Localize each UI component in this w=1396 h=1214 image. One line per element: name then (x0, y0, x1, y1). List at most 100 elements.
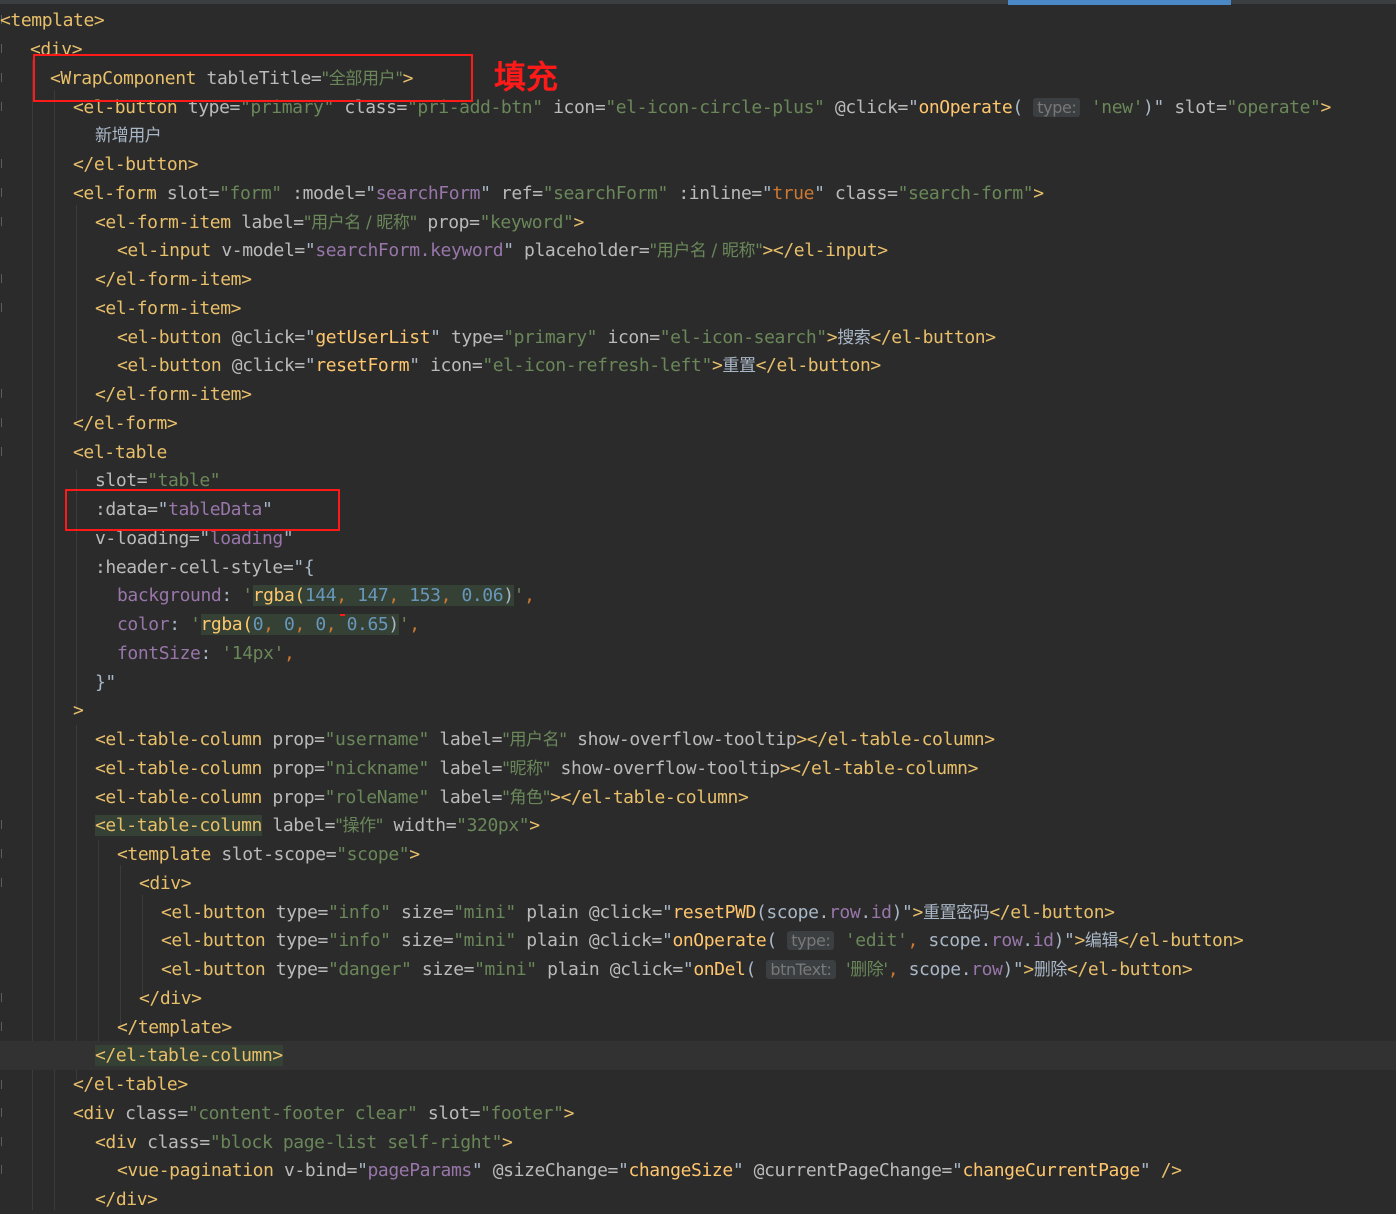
code-line[interactable]: background: 'rgba(144, 147, 153, 0.06)', (117, 581, 535, 610)
fold-marker-icon[interactable] (1, 274, 7, 283)
fold-marker-icon[interactable] (1, 44, 7, 53)
code-token: ) (503, 585, 514, 606)
code-line[interactable]: <el-button type="danger" size="mini" pla… (161, 955, 1193, 984)
code-line[interactable]: <template slot-scope="scope"> (117, 840, 420, 869)
fold-marker-icon[interactable] (1, 447, 7, 456)
code-token: "用户名" (502, 730, 567, 750)
code-token: v-bind= (273, 1160, 358, 1181)
code-token: id (870, 902, 892, 923)
code-token: changeCurrentPage (962, 1160, 1140, 1181)
code-token: label= (262, 815, 336, 836)
fold-marker-icon[interactable] (1, 217, 7, 226)
code-line[interactable]: </div> (95, 1185, 158, 1214)
code-token: @click= (221, 327, 305, 348)
code-token: prop= (262, 729, 325, 750)
code-token: scope. (928, 930, 991, 951)
code-token: class= (114, 1103, 188, 1124)
code-token: '14px' (221, 643, 284, 664)
code-line[interactable]: <el-table (73, 438, 167, 467)
code-line[interactable]: </el-form-item> (95, 265, 252, 294)
fold-marker-icon[interactable] (1, 73, 7, 82)
code-line[interactable]: <div class="content-footer clear" slot="… (73, 1099, 574, 1128)
code-line[interactable]: <el-table-column prop="username" label="… (95, 725, 995, 754)
code-line[interactable]: <el-table-column label="操作" width="320px… (95, 811, 540, 840)
code-token: <el-button (161, 930, 266, 951)
code-token: show-overflow-tooltip (550, 758, 781, 779)
code-token: " (662, 930, 673, 951)
code-line[interactable]: :header-cell-style="{ (95, 553, 315, 582)
code-token: :inline= (667, 183, 762, 204)
code-token: 0.65 (346, 614, 389, 635)
code-line[interactable]: </template> (117, 1013, 232, 1042)
fold-marker-icon[interactable] (1, 1108, 7, 1117)
code-line[interactable]: <el-button type="info" size="mini" plain… (161, 926, 1244, 955)
code-line[interactable]: color: 'rgba(0, 0, 0, 0.65)', (117, 610, 420, 639)
fold-marker-icon[interactable] (1, 1137, 7, 1146)
code-line[interactable]: </el-button> (73, 150, 199, 179)
code-line[interactable]: </el-form> (73, 409, 178, 438)
code-token: " (480, 183, 491, 204)
code-line[interactable]: 新增用户 (95, 121, 162, 150)
code-token: <el-table-column (95, 758, 262, 779)
code-line[interactable]: </el-form-item> (95, 380, 252, 409)
code-line[interactable]: <el-button @click="resetForm" icon="el-i… (117, 351, 881, 380)
annotation-box-table-data (65, 489, 340, 531)
fold-marker-icon[interactable] (1, 389, 7, 398)
code-token: rgba( (252, 585, 306, 606)
parameter-hint: type: (1033, 98, 1081, 117)
code-token: "block page-list self-right" (209, 1132, 503, 1153)
code-token: plain @click= (515, 930, 662, 951)
code-line[interactable]: > (73, 696, 84, 725)
fold-marker-icon[interactable] (1, 188, 7, 197)
fold-marker-icon[interactable] (1, 102, 7, 111)
fold-marker-icon[interactable] (1, 878, 7, 887)
code-token: <el-button (161, 902, 266, 923)
fold-marker-icon[interactable] (1, 820, 7, 829)
fold-marker-icon[interactable] (1, 993, 7, 1002)
code-token: size= (390, 902, 454, 923)
fold-marker-icon[interactable] (1, 418, 7, 427)
code-line[interactable]: <template> (0, 6, 105, 35)
code-token: searchForm. (315, 240, 431, 261)
current-line[interactable]: </el-table-column> (0, 1041, 1396, 1070)
code-line[interactable]: <div class="block page-list self-right"> (95, 1128, 513, 1157)
code-line[interactable]: <el-table-column prop="roleName" label="… (95, 783, 749, 812)
code-line[interactable]: <div> (139, 869, 192, 898)
fold-marker-icon[interactable] (1, 849, 7, 858)
code-line[interactable]: </el-table> (73, 1070, 188, 1099)
code-token: </el-table-column> (95, 1045, 283, 1066)
active-tab-indicator[interactable] (1008, 0, 1231, 5)
fold-marker-icon[interactable] (1, 159, 7, 168)
code-token: )" (891, 902, 913, 923)
code-token: :header-cell-style= (95, 557, 294, 578)
code-token: " (618, 1160, 629, 1181)
code-token: "用户名 / 昵称" (303, 213, 418, 233)
code-token: 0 (315, 614, 326, 635)
fold-marker-icon[interactable] (1, 1080, 7, 1089)
code-line[interactable]: fontSize: '14px', (117, 639, 295, 668)
code-token: @currentPageChange= (743, 1160, 953, 1181)
code-token: </el-button> (989, 902, 1115, 923)
code-token: ( (745, 959, 757, 980)
code-line[interactable]: <el-form slot="form" :model="searchForm"… (73, 179, 1044, 208)
code-line[interactable]: <vue-pagination v-bind="pageParams" @siz… (117, 1156, 1182, 1185)
code-token: </div> (139, 988, 202, 1009)
code-line[interactable]: <el-button @click="getUserList" type="pr… (117, 323, 996, 352)
code-line[interactable]: <el-button type="info" size="mini" plain… (161, 898, 1115, 927)
code-token: class= (824, 183, 898, 204)
code-token: 重置 (722, 356, 756, 376)
code-token: . (860, 902, 871, 923)
code-token: )" (1053, 930, 1075, 951)
fold-marker-icon[interactable] (1, 1165, 7, 1174)
code-line[interactable]: <el-form-item> (95, 294, 242, 323)
code-token: "searchForm" (542, 183, 669, 204)
code-token: <div> (139, 873, 192, 894)
fold-marker-icon[interactable] (1, 303, 7, 312)
code-line[interactable]: <el-input v-model="searchForm.keyword" p… (117, 236, 888, 265)
code-line[interactable]: }" (95, 668, 116, 697)
code-line[interactable]: </div> (139, 984, 202, 1013)
fold-marker-icon[interactable] (1, 1022, 7, 1031)
code-token: " (199, 528, 210, 549)
code-line[interactable]: <el-table-column prop="nickname" label="… (95, 754, 978, 783)
code-line[interactable]: <el-form-item label="用户名 / 昵称" prop="key… (95, 208, 584, 237)
